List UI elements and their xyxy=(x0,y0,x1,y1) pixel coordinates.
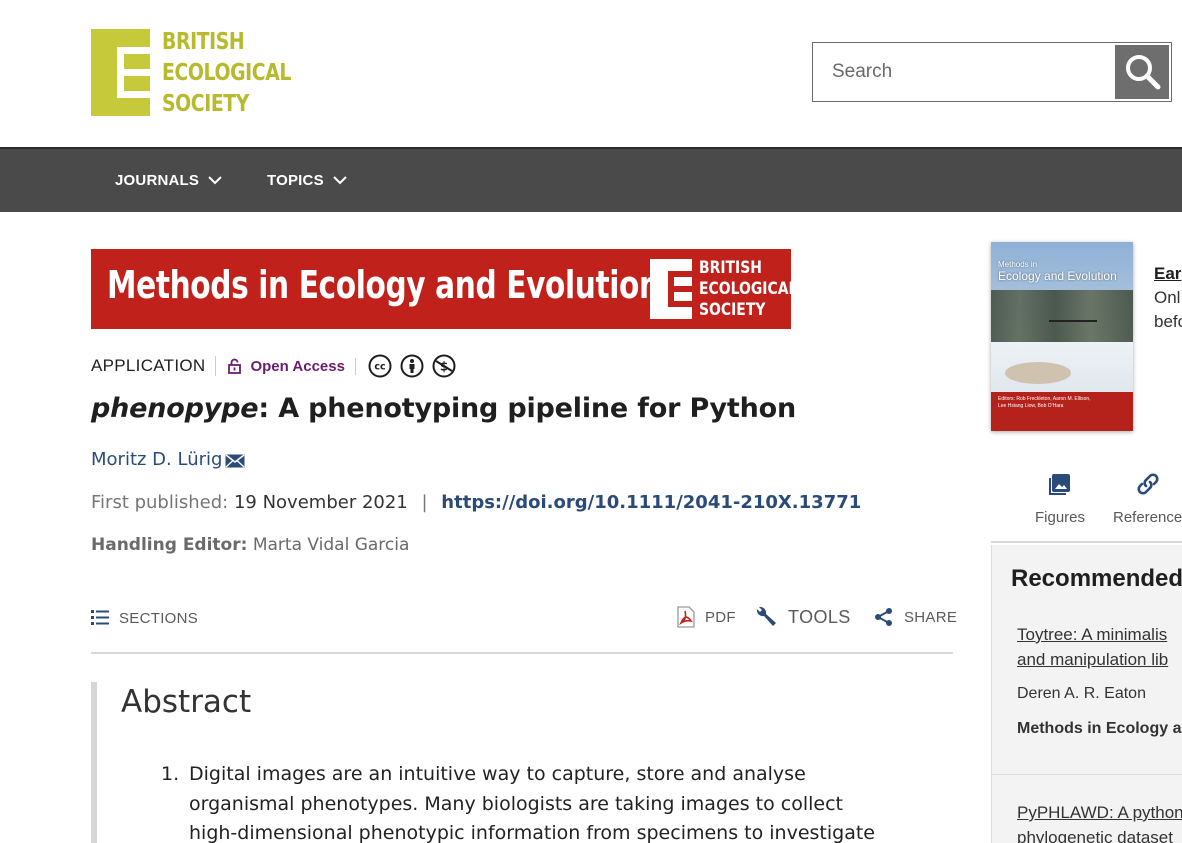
journal-cover[interactable]: Methods in Ecology and Evolution Editors… xyxy=(991,242,1133,431)
banner-bes-logo: BRITISH ECOLOGICAL SOCIETY xyxy=(650,258,791,321)
first-published-date: 19 November 2021 xyxy=(233,492,408,513)
divider xyxy=(992,774,1182,775)
cover-title-main: Ecology and Evolution xyxy=(998,269,1117,283)
tab-figures[interactable]: Figures xyxy=(1035,472,1085,526)
author-link[interactable]: Moritz D. Lürig xyxy=(91,449,245,470)
nav-journals[interactable]: JOURNALS xyxy=(115,149,222,212)
by-icon xyxy=(400,354,424,378)
sidebar-issue-info: Ear Onl befo xyxy=(1154,262,1182,334)
banner-logo-text: BRITISH ECOLOGICAL SOCIETY xyxy=(699,258,791,320)
image-icon xyxy=(1049,474,1071,495)
recommended-item-journal: Methods in Ecology a xyxy=(1017,720,1182,737)
search-input[interactable] xyxy=(813,43,1115,101)
chevron-down-icon xyxy=(208,176,222,185)
separator: | xyxy=(421,492,428,513)
nav-journals-label: JOURNALS xyxy=(115,172,200,189)
author-name: Moritz D. Lürig xyxy=(91,449,223,470)
sidebar-issue-link[interactable]: Ear xyxy=(1154,262,1182,286)
magnifier-icon xyxy=(1126,55,1161,90)
article-title: phenopype: A phenotyping pipeline for Py… xyxy=(91,393,796,424)
sidebar-issue-text-2: befo xyxy=(1154,312,1182,331)
search-button[interactable] xyxy=(1115,45,1169,99)
doi-link[interactable]: https://doi.org/10.1111/2041-210X.13771 xyxy=(441,492,861,513)
wrench-icon xyxy=(756,606,776,626)
editor-label: Handling Editor: xyxy=(91,535,248,555)
recommended-panel: Recommended Toytree: A minimalis and man… xyxy=(991,545,1182,843)
abstract-section: Abstract 1. Digital images are an intuit… xyxy=(91,682,953,843)
chevron-down-icon xyxy=(333,176,347,185)
bes-logo[interactable]: BRITISH ECOLOGICAL SOCIETY xyxy=(91,29,319,120)
tab-figures-label: Figures xyxy=(1035,509,1086,526)
journal-title: Methods in Ecology and Evolution xyxy=(107,263,660,307)
cover-editors: Editors: Rob Freckleton, Aaron M. Elliso… xyxy=(998,396,1091,409)
pdf-icon xyxy=(677,606,695,628)
sections-button[interactable]: SECTIONS xyxy=(91,608,198,627)
unlock-icon xyxy=(228,358,242,374)
abstract-heading: Abstract xyxy=(121,684,252,720)
editor-name: Marta Vidal Garcia xyxy=(252,535,410,555)
recommended-item: PyPHLAWD: A python phylogenetic dataset xyxy=(1017,800,1182,843)
nav-topics[interactable]: TOPICS xyxy=(267,149,347,212)
site-header: BRITISH ECOLOGICAL SOCIETY xyxy=(0,0,1182,147)
recommended-item-title[interactable]: Toytree: A minimalis and manipulation li… xyxy=(1017,622,1181,672)
article-title-rest: : A phenotyping pipeline for Python xyxy=(258,393,797,424)
article-type: APPLICATION xyxy=(91,356,217,376)
main-nav: JOURNALS TOPICS xyxy=(0,147,1182,212)
tab-references[interactable]: Reference xyxy=(1113,472,1182,526)
share-icon xyxy=(875,608,892,626)
abstract-item-number: 1. xyxy=(161,763,180,785)
recommended-item: Toytree: A minimalis and manipulation li… xyxy=(1017,622,1181,738)
pdf-label: PDF xyxy=(705,608,736,626)
tools-button[interactable]: TOOLS xyxy=(754,605,851,629)
handling-editor: Handling Editor: Marta Vidal Garcia xyxy=(91,535,409,555)
journal-banner[interactable]: Methods in Ecology and Evolution BRITISH… xyxy=(91,249,791,329)
list-icon xyxy=(91,610,109,625)
pdf-button[interactable]: PDF xyxy=(677,606,736,628)
article-title-italic: phenopype xyxy=(91,393,259,424)
nav-topics-label: TOPICS xyxy=(267,172,324,189)
link-icon xyxy=(1137,473,1159,495)
article-meta-row: APPLICATION Open Access cc $ xyxy=(91,353,456,379)
abstract-item-text: Digital images are an intuitive way to c… xyxy=(189,763,875,843)
bes-logo-text: BRITISH ECOLOGICAL SOCIETY xyxy=(162,29,291,117)
cc-icon: cc xyxy=(368,354,392,378)
svg-text:cc: cc xyxy=(374,362,385,373)
first-published-label: First published: xyxy=(91,492,229,513)
cover-drone-image xyxy=(1049,320,1097,334)
recommended-item-author: Deren A. R. Eaton xyxy=(1017,685,1146,702)
tools-label: TOOLS xyxy=(788,606,851,627)
abstract-list-item: 1. Digital images are an intuitive way t… xyxy=(161,760,891,843)
recommended-heading: Recommended xyxy=(1011,565,1182,592)
share-label: SHARE xyxy=(904,608,958,626)
article-toolbar: SECTIONS PDF TOOLS SHARE xyxy=(91,600,957,654)
search-box xyxy=(812,42,1172,102)
sections-label: SECTIONS xyxy=(119,610,199,627)
open-access-badge: Open Access xyxy=(228,357,356,375)
cover-title: Methods in Ecology and Evolution xyxy=(998,260,1117,283)
cover-title-small: Methods in xyxy=(998,260,1038,269)
open-access-label: Open Access xyxy=(250,357,345,375)
banner-logo-mark xyxy=(650,259,692,319)
cover-seal-image xyxy=(1005,362,1071,384)
license-icons[interactable]: cc $ xyxy=(368,354,456,378)
publication-info: First published: 19 November 2021 | http… xyxy=(91,492,861,513)
sidebar-tabs: Figures Reference xyxy=(991,465,1182,543)
tab-references-label: Reference xyxy=(1113,509,1182,526)
envelope-icon[interactable] xyxy=(225,454,245,468)
recommended-item-title[interactable]: PyPHLAWD: A python phylogenetic dataset xyxy=(1017,800,1182,843)
share-button[interactable]: SHARE xyxy=(874,607,957,627)
bes-logo-mark xyxy=(91,29,150,116)
nc-icon: $ xyxy=(432,354,456,378)
sidebar-issue-text-1: Onl xyxy=(1154,288,1181,307)
